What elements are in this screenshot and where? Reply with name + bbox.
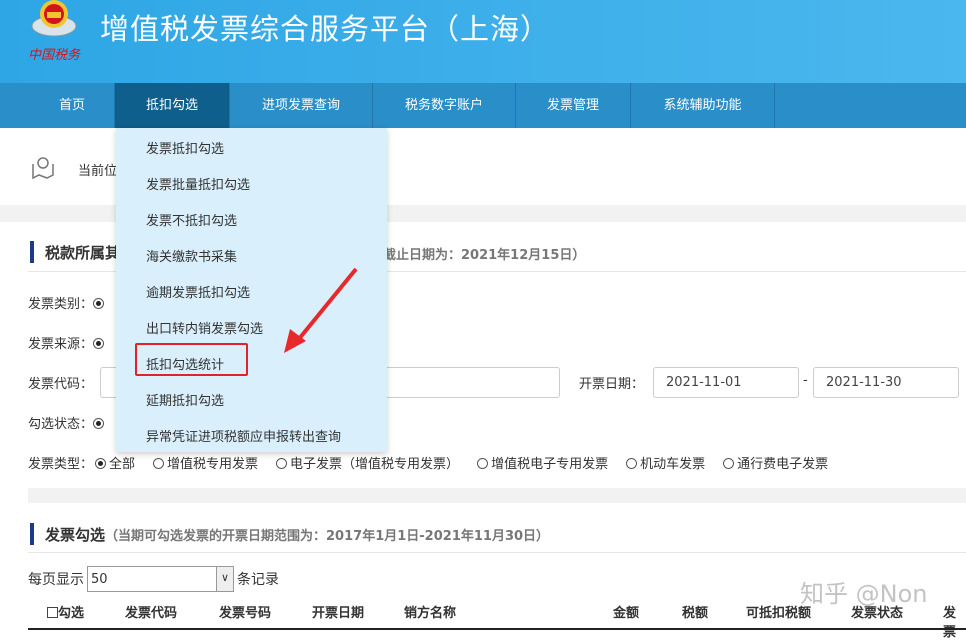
option-label: 通行费电子发票 [737, 457, 829, 472]
nav-invoice-management[interactable]: 发票管理 [516, 83, 631, 128]
page-size-control: 每页显示 50 ∨ 条记录 [28, 566, 279, 592]
label: 发票来源： [28, 337, 94, 352]
breadcrumb: 当前位 [78, 164, 118, 179]
col-invoice-more: 发票 [943, 606, 957, 640]
option-label: 全部 [109, 457, 136, 472]
col-seller-name: 销方名称 [404, 606, 457, 621]
page-size-value: 50 [91, 571, 108, 587]
section-title: 税款所属其 [45, 243, 121, 262]
section-note: 的截止日期为：2021年12月15日） [370, 248, 586, 263]
logo-text: 中国税务 [28, 48, 81, 63]
radio[interactable] [95, 458, 107, 469]
col-invoice-number: 发票号码 [219, 606, 272, 621]
option-label: 增值税电子专用发票 [491, 457, 609, 472]
section-title: 发票勾选 [45, 525, 106, 544]
section-invoice-select: 发票勾选 （当期可勾选发票的开票日期范围为：2017年1月1日-2021年11月… [30, 523, 549, 545]
page-title: 增值税发票综合服务平台（上海） [100, 12, 551, 46]
invoice-type-label: 发票类型： [28, 457, 94, 472]
radio[interactable] [153, 458, 165, 469]
menu-item-abnormal-voucher-query[interactable]: 异常凭证进项税额应申报转出查询 [146, 426, 341, 445]
nav-input-invoice-query[interactable]: 进项发票查询 [230, 83, 373, 128]
invoice-category-field: 发票类别： [28, 293, 107, 312]
radio[interactable] [276, 458, 288, 469]
page-size-prefix: 每页显示 [28, 572, 84, 588]
type-option-electronic[interactable]: 电子发票（增值税专用发票） [276, 453, 459, 472]
col-select[interactable]: 勾选 [47, 602, 84, 621]
radio[interactable] [477, 458, 489, 469]
radio[interactable] [93, 298, 105, 309]
page-size-select[interactable]: 50 ∨ [87, 566, 234, 592]
label: 勾选状态： [28, 417, 94, 432]
menu-item-customs-payment[interactable]: 海关缴款书采集 [146, 246, 237, 265]
highlight-box [135, 343, 248, 376]
date-from-input[interactable]: 2021-11-01 [653, 367, 799, 398]
type-option-toll[interactable]: 通行费电子发票 [723, 453, 828, 472]
menu-item-overdue-deduction[interactable]: 逾期发票抵扣勾选 [146, 282, 250, 301]
type-option-vat-e-special[interactable]: 增值税电子专用发票 [477, 453, 608, 472]
table-header-line [28, 628, 966, 630]
col-amount: 金额 [613, 606, 640, 621]
select-all-checkbox[interactable] [47, 607, 58, 618]
col-label: 勾选 [58, 606, 85, 621]
chevron-down-icon[interactable]: ∨ [216, 567, 233, 591]
menu-item-invoice-deduction[interactable]: 发票抵扣勾选 [146, 138, 224, 157]
col-issue-date: 开票日期 [312, 606, 365, 621]
divider [28, 552, 966, 553]
section-note: （当期可勾选发票的开票日期范围为：2017年1月1日-2021年11月30日） [105, 528, 550, 544]
nav-tax-digital-account[interactable]: 税务数字账户 [373, 83, 516, 128]
radio[interactable] [93, 338, 105, 349]
issue-date-label: 开票日期： [579, 377, 645, 392]
radio[interactable] [723, 458, 735, 469]
type-option-motor-vehicle[interactable]: 机动车发票 [626, 453, 705, 472]
header: 中国税务 增值税发票综合服务平台（上海） [0, 0, 966, 83]
type-option-vat-special[interactable]: 增值税专用发票 [153, 453, 258, 472]
date-separator: - [803, 373, 808, 388]
option-label: 机动车发票 [640, 457, 706, 472]
main-nav: 首页 抵扣勾选 进项发票查询 税务数字账户 发票管理 系统辅助功能 [0, 83, 966, 128]
invoice-code-label: 发票代码： [28, 377, 94, 392]
divider-band [28, 488, 966, 503]
radio[interactable] [626, 458, 638, 469]
date-to-input[interactable]: 2021-11-30 [813, 367, 959, 398]
red-arrow-annotation [284, 267, 358, 353]
nav-home[interactable]: 首页 [30, 83, 115, 128]
option-label: 增值税专用发票 [167, 457, 259, 472]
menu-item-deferred-deduction[interactable]: 延期抵扣勾选 [146, 390, 224, 409]
nav-deduction-select[interactable]: 抵扣勾选 [115, 83, 230, 128]
invoice-type-options: 发票类型： 全部 增值税专用发票 电子发票（增值税专用发票） 增值税电子专用发票… [28, 453, 828, 472]
option-label: 电子发票（增值税专用发票） [290, 457, 460, 472]
watermark: 知乎 @Non [800, 580, 928, 608]
section-tax-period: 税款所属其 [30, 241, 120, 263]
section-bar [30, 523, 34, 545]
col-invoice-code: 发票代码 [125, 606, 178, 621]
page-size-suffix: 条记录 [237, 572, 279, 588]
nav-system-tools[interactable]: 系统辅助功能 [631, 83, 775, 128]
menu-item-batch-deduction[interactable]: 发票批量抵扣勾选 [146, 174, 250, 193]
invoice-source-field: 发票来源： [28, 333, 107, 352]
col-tax: 税额 [682, 606, 709, 621]
menu-item-non-deduction[interactable]: 发票不抵扣勾选 [146, 210, 237, 229]
select-status-field: 勾选状态： [28, 413, 107, 432]
type-option-all[interactable]: 全部 [95, 453, 135, 472]
radio[interactable] [93, 418, 105, 429]
label: 发票类别： [28, 297, 94, 312]
location-map-icon [32, 157, 54, 180]
menu-item-export-to-domestic[interactable]: 出口转内销发票勾选 [146, 318, 263, 337]
section-bar [30, 241, 34, 263]
national-emblem-icon [31, 0, 77, 37]
